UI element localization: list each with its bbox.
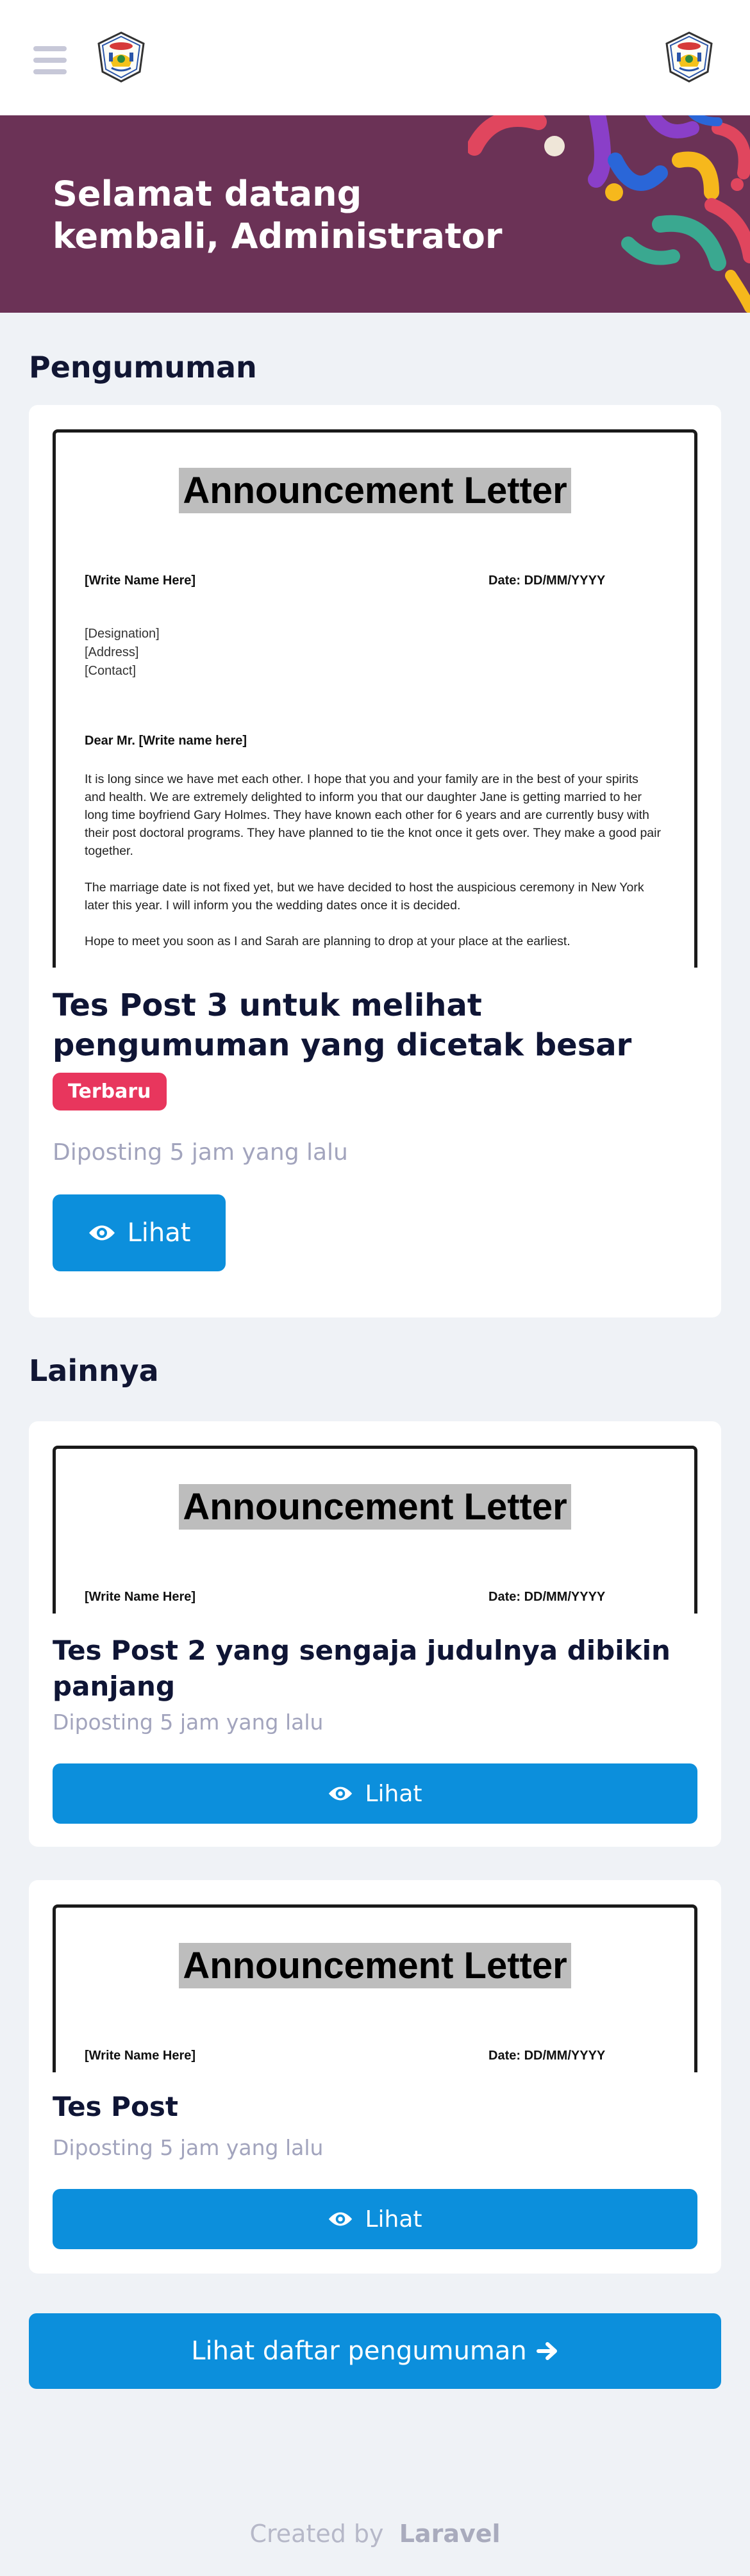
eye-icon <box>88 1225 115 1241</box>
eye-icon <box>329 2212 353 2226</box>
image-date-line: Date: DD/MM/YYYY <box>488 2049 606 2063</box>
image-title: Announcement Letter <box>179 1943 571 1988</box>
image-name-line: [Write Name Here] <box>85 1590 196 1604</box>
announcements-heading: Pengumuman <box>29 350 257 384</box>
featured-announcement-card: Announcement Letter [Write Name Here] Da… <box>29 405 721 1317</box>
announcement-image[interactable]: Announcement Letter [Write Name Here] Da… <box>53 429 697 968</box>
decorative-confetti-icon <box>468 115 750 313</box>
image-address: [Address] <box>85 645 139 659</box>
footer-created-by: Created by <box>249 2520 384 2548</box>
post-time: Diposting 5 jam yang lalu <box>53 1710 324 1735</box>
view-all-label: Lihat daftar pengumuman <box>191 2336 527 2366</box>
image-date-line: Date: DD/MM/YYYY <box>488 1590 606 1604</box>
welcome-banner: Selamat datang kembali, Administrator <box>0 115 750 313</box>
top-navbar <box>0 0 750 115</box>
welcome-text: Selamat datang kembali, Administrator <box>53 174 503 256</box>
announcement-image[interactable]: Announcement Letter [Write Name Here] Da… <box>53 1904 697 2072</box>
hamburger-icon[interactable] <box>33 46 67 74</box>
image-date-line: Date: DD/MM/YYYY <box>488 574 606 588</box>
footer: Created by Laravel <box>0 2520 750 2548</box>
view-button-label: Lihat <box>365 2206 422 2233</box>
image-paragraph: Hope to meet you soon as I and Sarah are… <box>85 934 571 948</box>
school-emblem-icon[interactable] <box>95 31 147 83</box>
image-title: Announcement Letter <box>179 468 571 513</box>
post-title[interactable]: Tes Post 2 yang sengaja judulnya dibikin… <box>53 1633 697 1705</box>
eye-icon <box>329 1787 353 1801</box>
image-paragraph: It is long since we have met each other.… <box>85 772 661 858</box>
post-title[interactable]: Tes Post 3 untuk melihat pengumuman yang… <box>53 986 697 1065</box>
announcement-image[interactable]: Announcement Letter [Write Name Here] Da… <box>53 1446 697 1614</box>
announcement-card: Announcement Letter [Write Name Here] Da… <box>29 1421 721 1847</box>
status-badge: Terbaru <box>53 1073 167 1110</box>
view-button[interactable]: Lihat <box>53 1763 697 1824</box>
view-button[interactable]: Lihat <box>53 1194 226 1271</box>
arrow-right-icon <box>536 2342 557 2360</box>
announcement-card: Announcement Letter [Write Name Here] Da… <box>29 1880 721 2274</box>
image-name-line: [Write Name Here] <box>85 2049 196 2063</box>
view-button-label: Lihat <box>365 1780 422 1807</box>
image-paragraph: The marriage date is not fixed yet, but … <box>85 880 644 912</box>
view-all-announcements-button[interactable]: Lihat daftar pengumuman <box>29 2313 721 2389</box>
image-salutation: Dear Mr. [Write name here] <box>85 734 247 748</box>
image-name-line: [Write Name Here] <box>85 574 196 588</box>
post-title[interactable]: Tes Post <box>53 2089 697 2125</box>
post-time: Diposting 5 jam yang lalu <box>53 2135 324 2160</box>
view-button-label: Lihat <box>127 1218 191 1248</box>
school-emblem-icon[interactable] <box>663 31 715 83</box>
view-button[interactable]: Lihat <box>53 2189 697 2249</box>
image-designation: [Designation] <box>85 627 160 641</box>
footer-brand-link[interactable]: Laravel <box>399 2520 501 2548</box>
post-time: Diposting 5 jam yang lalu <box>53 1139 348 1166</box>
others-heading: Lainnya <box>29 1353 159 1388</box>
image-title: Announcement Letter <box>179 1484 571 1530</box>
image-contact: [Contact] <box>85 664 137 678</box>
